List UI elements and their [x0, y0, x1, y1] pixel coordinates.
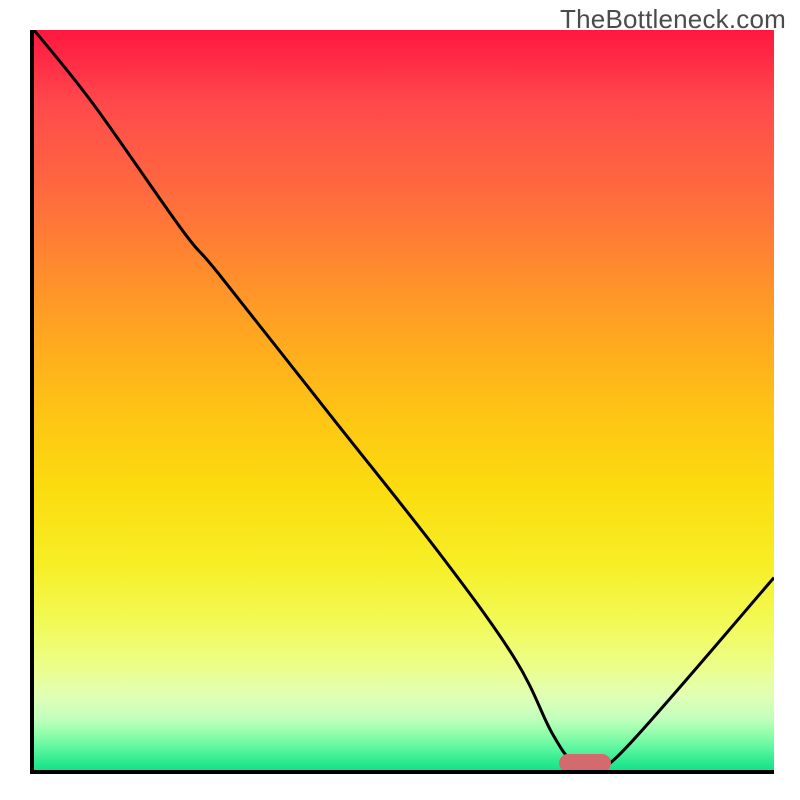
bottleneck-curve: [34, 30, 774, 770]
chart-container: TheBottleneck.com: [0, 0, 800, 800]
watermark-text: TheBottleneck.com: [560, 4, 786, 35]
optimal-marker: [559, 754, 611, 772]
plot-area: [30, 30, 774, 774]
curve-path: [34, 30, 774, 767]
